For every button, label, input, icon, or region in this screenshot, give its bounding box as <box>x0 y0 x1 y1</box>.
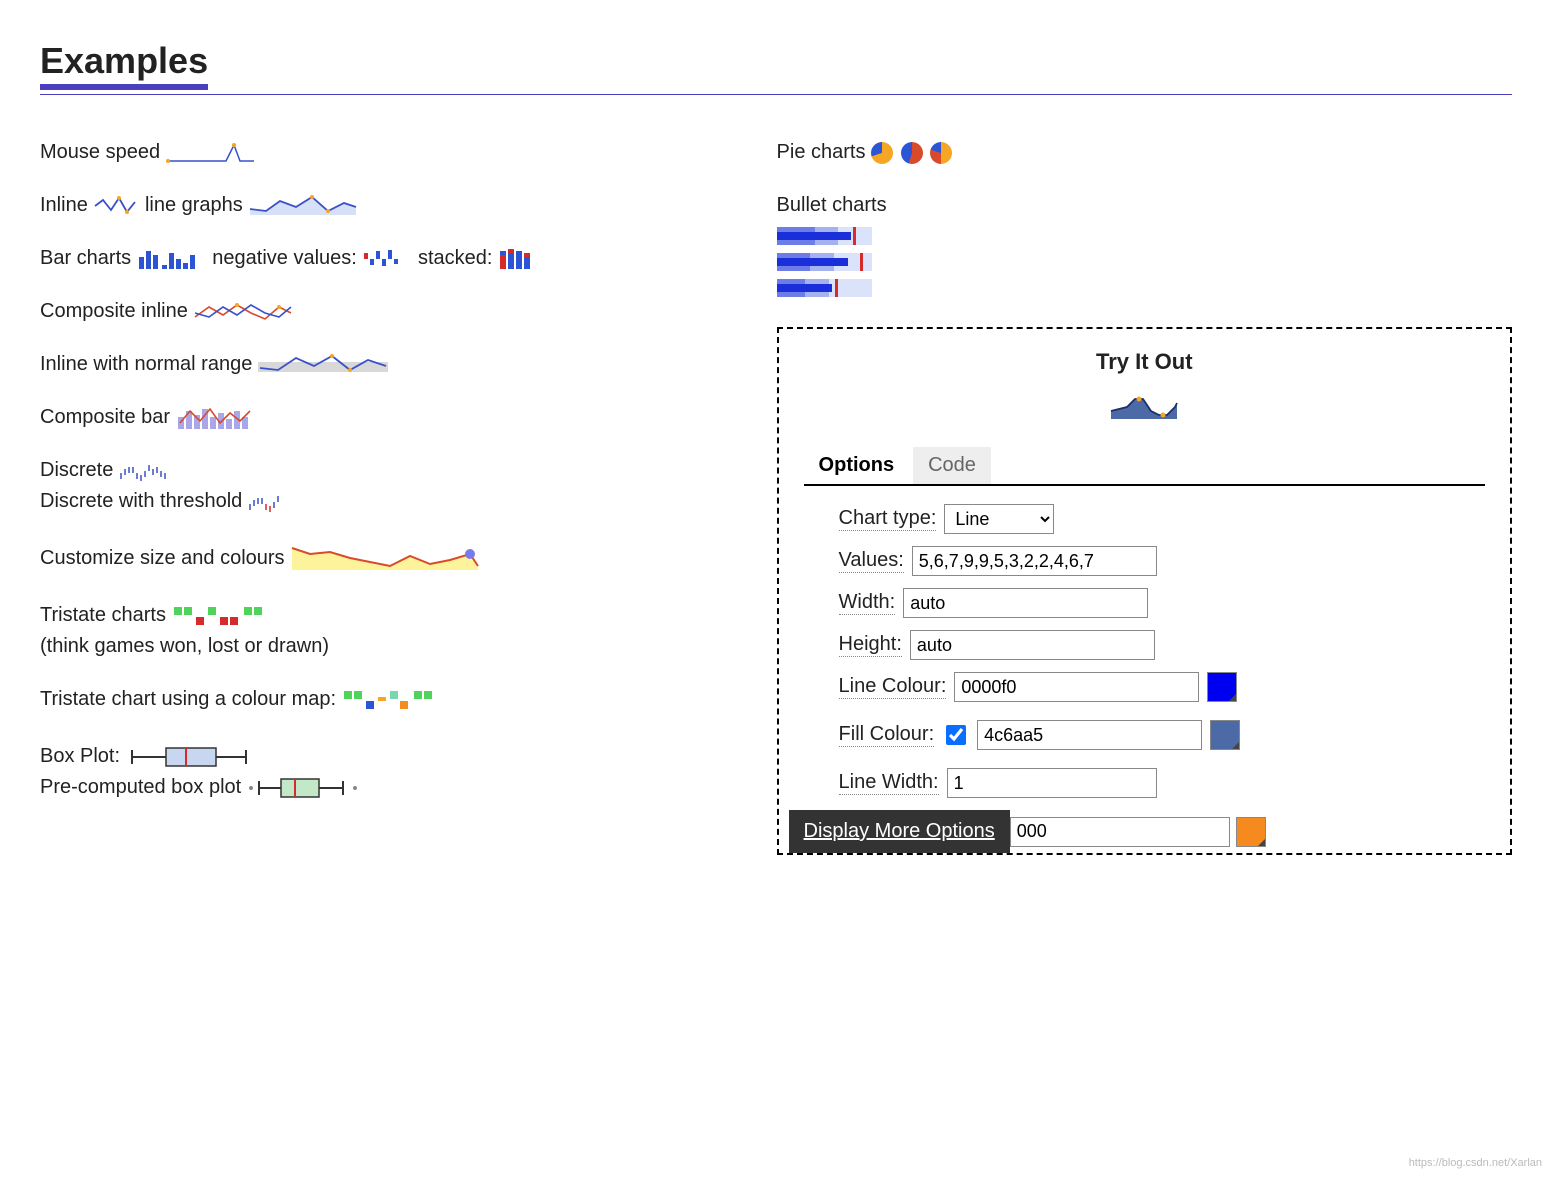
sparkline-inline-a <box>93 194 139 218</box>
example-tristate-hint: (think games won, lost or drawn) <box>40 631 747 662</box>
row-line-colour: Line Colour: <box>839 672 1485 702</box>
tab-code[interactable]: Code <box>913 447 991 484</box>
header-divider <box>40 94 1512 95</box>
sparkline-inline-b <box>248 193 358 219</box>
row-height: Height: <box>839 630 1485 660</box>
examples-left-column: Mouse speed Inline line graphs Bar chart… <box>40 137 747 825</box>
label-tristate-hint: (think games won, lost or drawn) <box>40 635 329 657</box>
examples-right-column: Pie charts Bullet charts <box>777 137 1512 855</box>
example-composite-inline: Composite inline <box>40 296 747 327</box>
label-tristate: Tristate charts <box>40 604 166 626</box>
row-line-width: Line Width: <box>839 768 1485 798</box>
label-composite-bar: Composite bar <box>40 406 170 428</box>
label-bar-neg: negative values: <box>212 247 357 269</box>
pie-icon-1 <box>871 142 893 164</box>
sparkline-normal-range <box>258 352 388 378</box>
label-values: Values: <box>839 549 904 573</box>
label-prebox: Pre-computed box plot <box>40 776 241 798</box>
label-height: Height: <box>839 633 902 657</box>
example-bar: Bar charts negative values: stacked: <box>40 243 747 274</box>
row-width: Width: <box>839 588 1485 618</box>
input-height[interactable] <box>910 630 1155 660</box>
example-inline-line: Inline line graphs <box>40 190 747 221</box>
example-prebox: Pre-computed box plot <box>40 772 747 803</box>
preview-sparkline-icon <box>1109 393 1179 423</box>
input-values[interactable] <box>912 546 1157 576</box>
example-customize: Customize size and colours <box>40 543 747 574</box>
sparkline-tristate-colormap <box>342 689 442 711</box>
example-discrete: Discrete <box>40 455 747 486</box>
sparkline-prebox <box>247 775 367 801</box>
label-inline-a: Inline <box>40 194 88 216</box>
label-bar-stacked: stacked: <box>418 247 492 269</box>
checkbox-fill-colour[interactable] <box>946 725 966 745</box>
example-pie: Pie charts <box>777 137 1512 168</box>
sparkline-mouse-speed <box>166 141 256 165</box>
label-customize: Customize size and colours <box>40 547 285 569</box>
example-tristate-colormap: Tristate chart using a colour map: <box>40 684 747 715</box>
pie-icon-2 <box>901 142 923 164</box>
tab-options[interactable]: Options <box>804 447 910 484</box>
input-width[interactable] <box>903 588 1148 618</box>
label-line-width: Line Width: <box>839 771 939 795</box>
tabs: Options Code <box>804 447 1485 486</box>
label-inline-b: line graphs <box>145 194 243 216</box>
example-boxplot: Box Plot: <box>40 741 747 772</box>
label-boxplot: Box Plot: <box>40 745 120 767</box>
label-normal-range: Inline with normal range <box>40 353 252 375</box>
sparkline-boxplot <box>126 744 256 770</box>
row-fill-colour: Fill Colour: <box>839 720 1485 750</box>
row-display-more: Display More Options <box>814 810 1485 853</box>
select-chart-type[interactable]: Line <box>944 504 1054 534</box>
try-it-out-title: Try It Out <box>804 349 1485 375</box>
bullet-chart-1 <box>777 227 872 245</box>
label-chart-type: Chart type: <box>839 507 937 531</box>
label-discrete-thresh: Discrete with threshold <box>40 490 242 512</box>
options-form: Chart type: Line Values: Width: Height: <box>804 504 1485 853</box>
label-composite-inline: Composite inline <box>40 300 188 322</box>
sparkline-composite-bar <box>176 405 256 431</box>
sparkline-tristate <box>172 605 272 627</box>
swatch-line-colour[interactable] <box>1207 672 1237 702</box>
sparkline-composite-inline <box>193 299 293 325</box>
input-line-colour[interactable] <box>954 672 1199 702</box>
try-it-out-panel: Try It Out Options Code Chart type: Line <box>777 327 1512 855</box>
row-values: Values: <box>839 546 1485 576</box>
example-normal-range: Inline with normal range <box>40 349 747 380</box>
sparkline-customize <box>290 544 480 574</box>
sparkline-bar-stacked <box>498 247 534 271</box>
label-mouse-speed: Mouse speed <box>40 141 160 163</box>
label-bullet: Bullet charts <box>777 194 887 216</box>
example-tristate: Tristate charts <box>40 600 747 631</box>
example-composite-bar: Composite bar <box>40 402 747 433</box>
label-fill-colour: Fill Colour: <box>839 723 935 747</box>
sparkline-bar <box>137 247 207 271</box>
label-discrete: Discrete <box>40 459 113 481</box>
row-chart-type: Chart type: Line <box>839 504 1485 534</box>
swatch-fill-colour[interactable] <box>1210 720 1240 750</box>
display-more-options-button[interactable]: Display More Options <box>789 810 1010 853</box>
label-tristate-colormap: Tristate chart using a colour map: <box>40 688 336 710</box>
watermark: https://blog.csdn.net/Xarlan <box>1409 1157 1542 1169</box>
example-mouse-speed: Mouse speed <box>40 137 747 168</box>
bullet-chart-2 <box>777 253 872 271</box>
label-line-colour: Line Colour: <box>839 675 947 699</box>
input-line-width[interactable] <box>947 768 1157 798</box>
try-it-out-preview <box>804 393 1485 423</box>
example-discrete-thresh: Discrete with threshold <box>40 486 747 517</box>
bullet-chart-3 <box>777 279 872 297</box>
label-width: Width: <box>839 591 896 615</box>
pie-icon-3 <box>930 142 952 164</box>
sparkline-bar-neg <box>362 247 412 271</box>
label-bar: Bar charts <box>40 247 131 269</box>
sparkline-discrete-thresh <box>248 492 292 512</box>
example-bullet: Bullet charts <box>777 190 1512 297</box>
page-title: Examples <box>40 40 208 90</box>
input-partial[interactable] <box>1010 817 1230 847</box>
label-pie: Pie charts <box>777 141 866 163</box>
swatch-partial[interactable] <box>1236 817 1266 847</box>
sparkline-discrete <box>119 461 179 481</box>
input-fill-colour[interactable] <box>977 720 1202 750</box>
